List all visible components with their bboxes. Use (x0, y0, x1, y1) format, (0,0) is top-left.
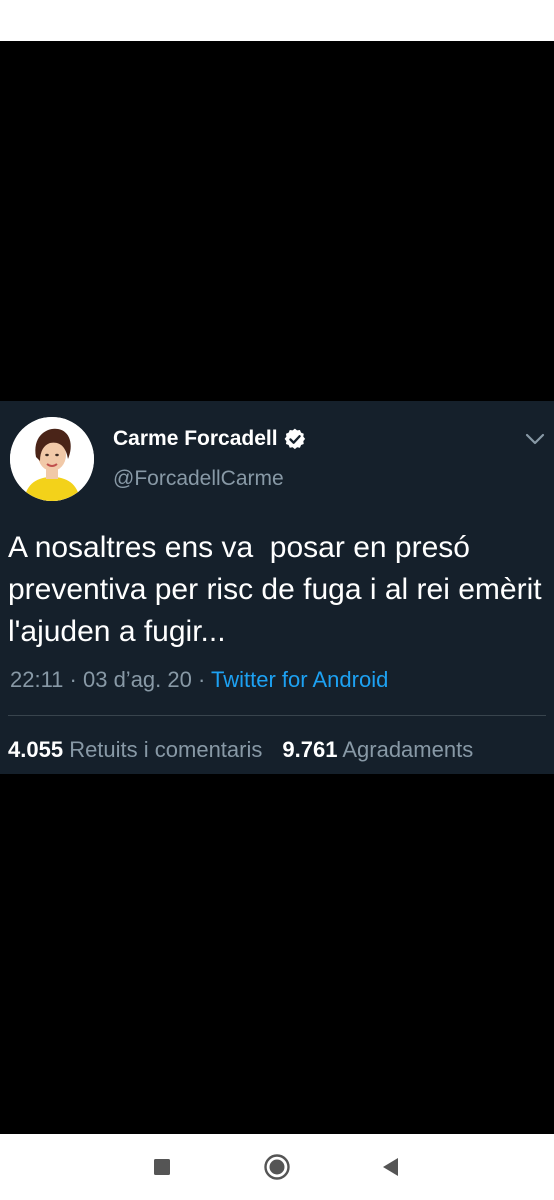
chevron-down-icon[interactable] (524, 431, 546, 447)
top-black-area (0, 41, 554, 401)
back-triangle-icon[interactable] (377, 1153, 405, 1181)
display-name[interactable]: Carme Forcadell (113, 427, 278, 451)
avatar-illustration (10, 417, 94, 501)
likes-label: Agradaments (342, 737, 474, 762)
android-navigation-bar (0, 1134, 554, 1200)
tweet-meta: 22:11 · 03 d’ag. 20 · Twitter for Androi… (10, 667, 388, 693)
likes-stat[interactable]: 9.761 Agradaments (282, 737, 473, 762)
tweet-source-link[interactable]: Twitter for Android (211, 667, 388, 692)
tweet-text: A nosaltres ens va posar en presó preven… (8, 531, 550, 648)
tweet-card[interactable]: Carme Forcadell @ForcadellCarme A nosalt… (0, 401, 554, 774)
meta-separator: · (63, 667, 83, 692)
tweet-stats: 4.055 Retuits i comentaris 9.761 Agradame… (8, 737, 473, 763)
recents-square-icon[interactable] (148, 1153, 176, 1181)
user-handle[interactable]: @ForcadellCarme (113, 467, 284, 491)
home-circle-icon[interactable] (263, 1153, 291, 1181)
divider (8, 715, 546, 716)
author-name-row: Carme Forcadell (113, 427, 306, 451)
tweet-date: 03 d’ag. 20 (82, 667, 192, 692)
tweet-time: 22:11 (10, 667, 64, 692)
bottom-black-area (0, 774, 554, 1134)
retweets-label: Retuits i comentaris (69, 737, 263, 762)
avatar[interactable] (10, 417, 94, 501)
likes-count: 9.761 (282, 737, 338, 762)
retweets-count: 4.055 (8, 737, 64, 762)
status-bar (0, 0, 554, 41)
verified-badge-icon (284, 428, 305, 450)
retweets-stat[interactable]: 4.055 Retuits i comentaris (8, 737, 262, 762)
meta-separator: · (191, 667, 212, 692)
